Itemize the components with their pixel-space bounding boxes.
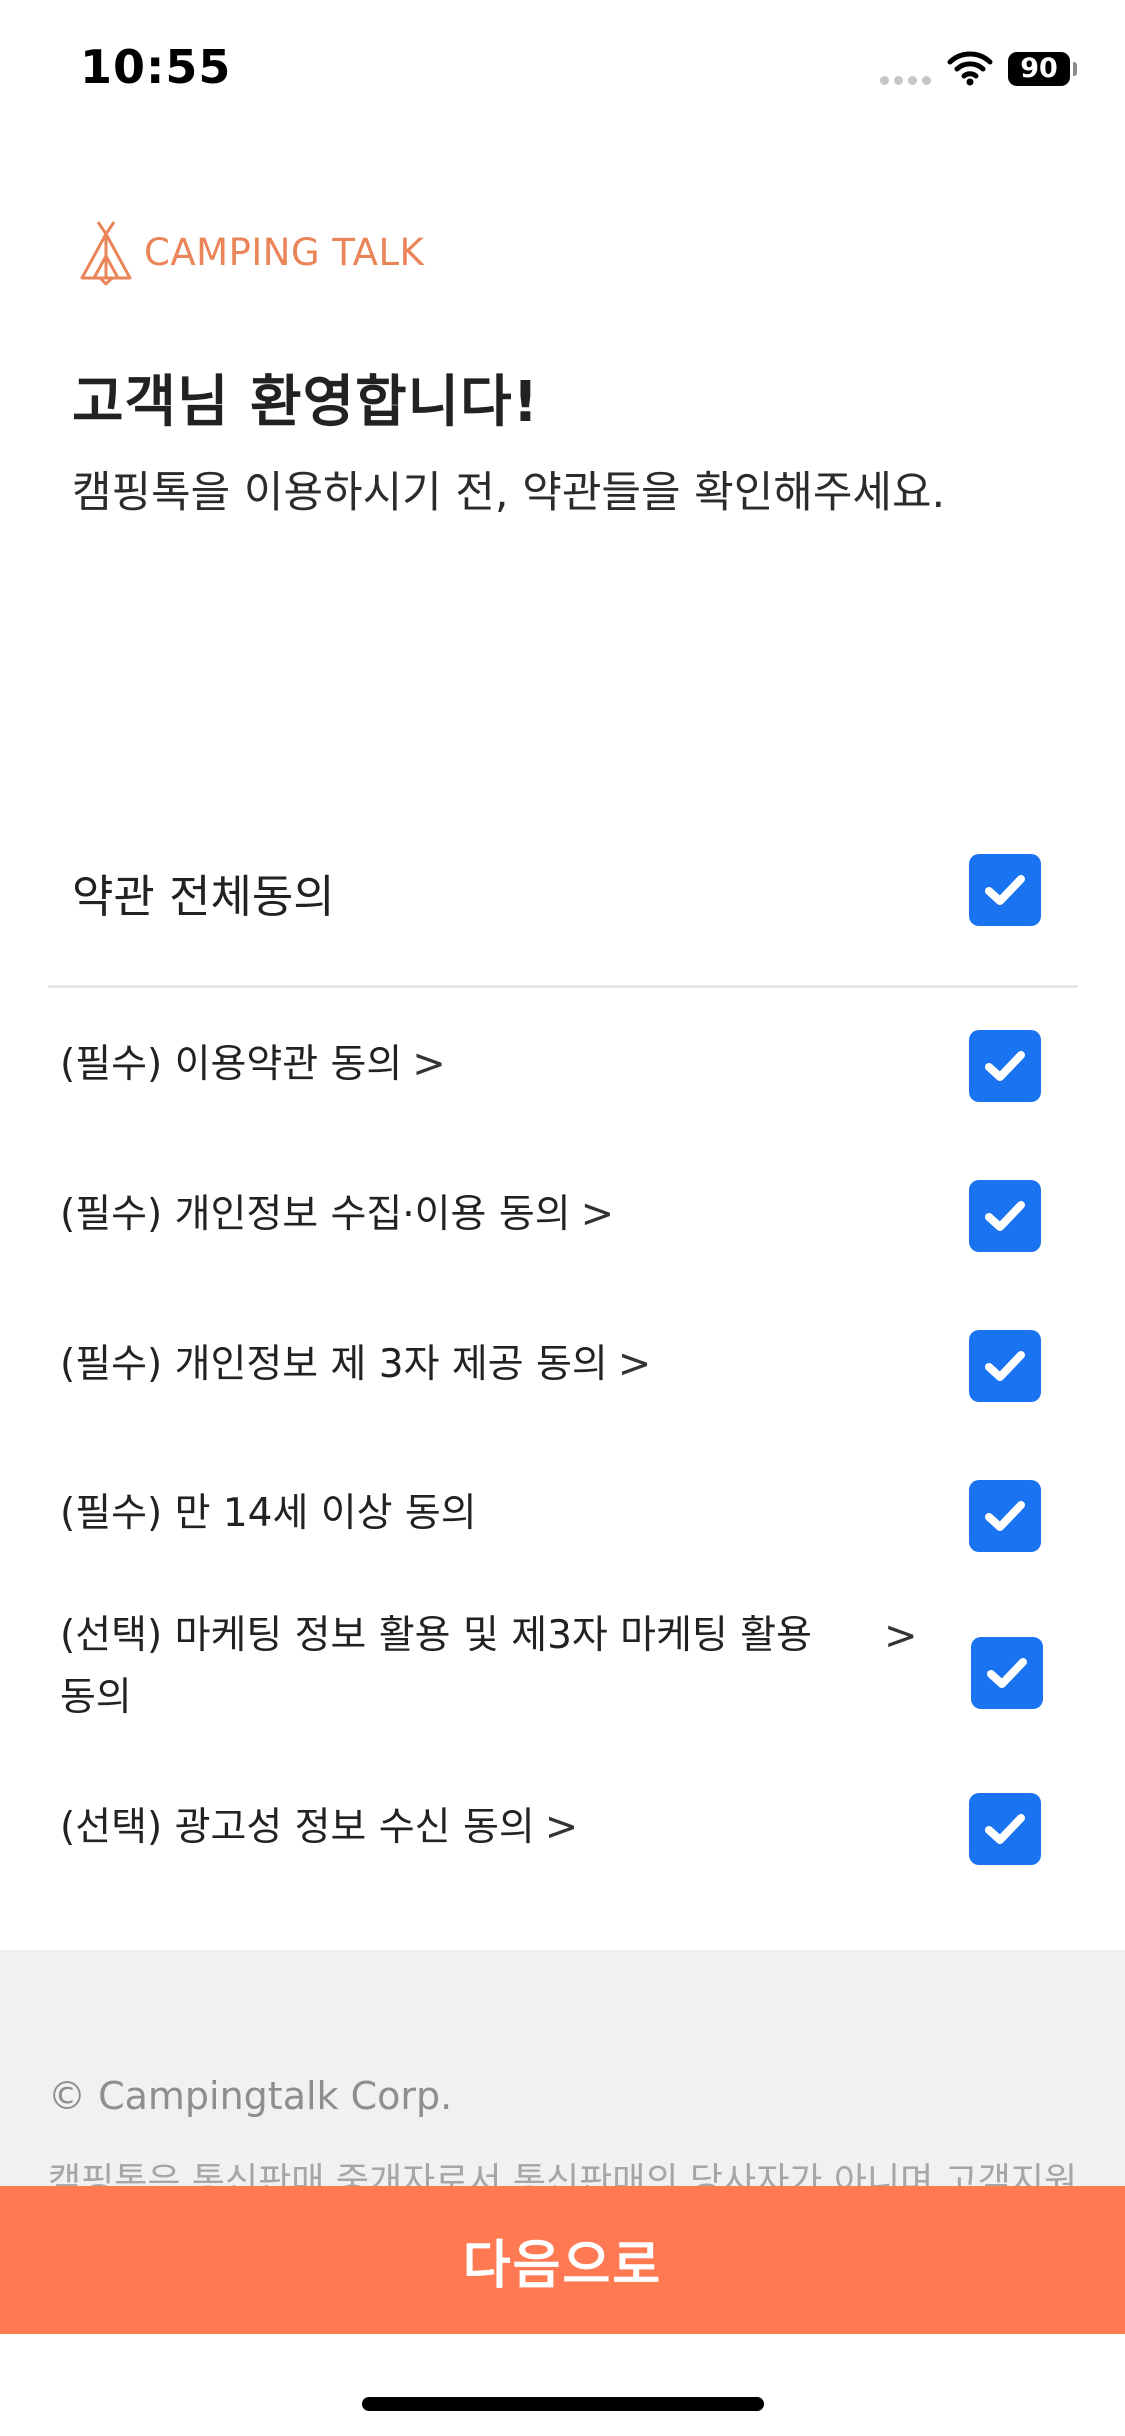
status-bar: 10:55 90 <box>0 0 1125 140</box>
footer: © Campingtalk Corp. 캠핑톡은 통신판매 중개자로서 통신판매… <box>0 1950 1125 2186</box>
term-label: (필수) 이용약관 동의 <box>60 1042 403 1087</box>
status-time: 10:55 <box>80 40 232 94</box>
next-button[interactable]: 다음으로 <box>0 2186 1125 2334</box>
battery-nub <box>1073 62 1077 76</box>
term-checkbox-advertising[interactable] <box>969 1793 1041 1865</box>
checkmark-icon <box>985 1501 1025 1531</box>
agree-all-row[interactable]: 약관 전체동의 <box>0 840 1125 940</box>
welcome-subtitle: 캠핑톡을 이용하시기 전, 약관들을 확인해주세요. <box>72 468 946 518</box>
divider <box>48 985 1078 988</box>
term-link-terms-of-service[interactable]: (필수) 이용약관 동의 > <box>60 1033 446 1096</box>
term-label: (필수) 개인정보 수집·이용 동의 <box>60 1192 571 1237</box>
cellular-signal-icon <box>880 76 931 85</box>
term-row-marketing[interactable]: (선택) 마케팅 정보 활용 및 제3자 마케팅 활용 동의 > <box>0 1605 1125 1745</box>
term-row-third-party[interactable]: (필수) 개인정보 제 3자 제공 동의 > <box>0 1330 1125 1430</box>
home-indicator[interactable] <box>362 2397 764 2411</box>
term-checkbox-age-14[interactable] <box>969 1480 1041 1552</box>
term-link-advertising[interactable]: (선택) 광고성 정보 수신 동의 > <box>60 1796 578 1859</box>
term-label: (필수) 만 14세 이상 동의 <box>60 1491 477 1536</box>
term-checkbox-terms-of-service[interactable] <box>969 1030 1041 1102</box>
term-row-privacy-collection[interactable]: (필수) 개인정보 수집·이용 동의 > <box>0 1180 1125 1280</box>
footer-notice: 캠핑톡은 통신판매 중개자로서 통신판매의 당사자가 아니며 고객지원 <box>48 2161 1078 2186</box>
chevron-right-icon: > <box>617 1341 652 1387</box>
chevron-right-icon: > <box>580 1191 615 1237</box>
term-label: (선택) 마케팅 정보 활용 및 제3자 마케팅 활용 동의 <box>60 1613 812 1720</box>
checkmark-icon <box>987 1658 1027 1688</box>
logo-text: CAMPING TALK <box>144 230 425 274</box>
term-link-privacy-collection[interactable]: (필수) 개인정보 수집·이용 동의 > <box>60 1183 614 1246</box>
tent-logo-icon <box>80 221 132 286</box>
term-checkbox-privacy-collection[interactable] <box>969 1180 1041 1252</box>
term-label: (필수) 개인정보 제 3자 제공 동의 <box>60 1342 608 1387</box>
checkmark-icon <box>985 1051 1025 1081</box>
checkmark-icon <box>985 875 1025 905</box>
battery-indicator: 90 <box>1008 52 1070 86</box>
checkmark-icon <box>985 1814 1025 1844</box>
agree-all-checkbox[interactable] <box>969 854 1041 926</box>
footer-copyright: © Campingtalk Corp. <box>48 2074 453 2118</box>
term-row-age-14[interactable]: (필수) 만 14세 이상 동의 <box>0 1480 1125 1580</box>
term-checkbox-marketing[interactable] <box>971 1637 1043 1709</box>
agree-all-label: 약관 전체동의 <box>72 870 335 923</box>
chevron-right-icon: > <box>412 1041 446 1087</box>
welcome-title: 고객님 환영합니다! <box>72 370 540 435</box>
chevron-right-icon[interactable]: > <box>884 1613 918 1659</box>
checkmark-icon <box>985 1201 1025 1231</box>
term-row-advertising[interactable]: (선택) 광고성 정보 수신 동의 > <box>0 1793 1125 1893</box>
wifi-icon <box>947 51 993 86</box>
chevron-right-icon: > <box>544 1804 579 1850</box>
checkmark-icon <box>985 1351 1025 1381</box>
term-link-third-party[interactable]: (필수) 개인정보 제 3자 제공 동의 > <box>60 1333 651 1396</box>
term-row-terms-of-service[interactable]: (필수) 이용약관 동의 > <box>0 1030 1125 1130</box>
term-label: (선택) 광고성 정보 수신 동의 <box>60 1805 535 1850</box>
brand-logo: CAMPING TALK <box>76 218 424 286</box>
term-checkbox-third-party[interactable] <box>969 1330 1041 1402</box>
